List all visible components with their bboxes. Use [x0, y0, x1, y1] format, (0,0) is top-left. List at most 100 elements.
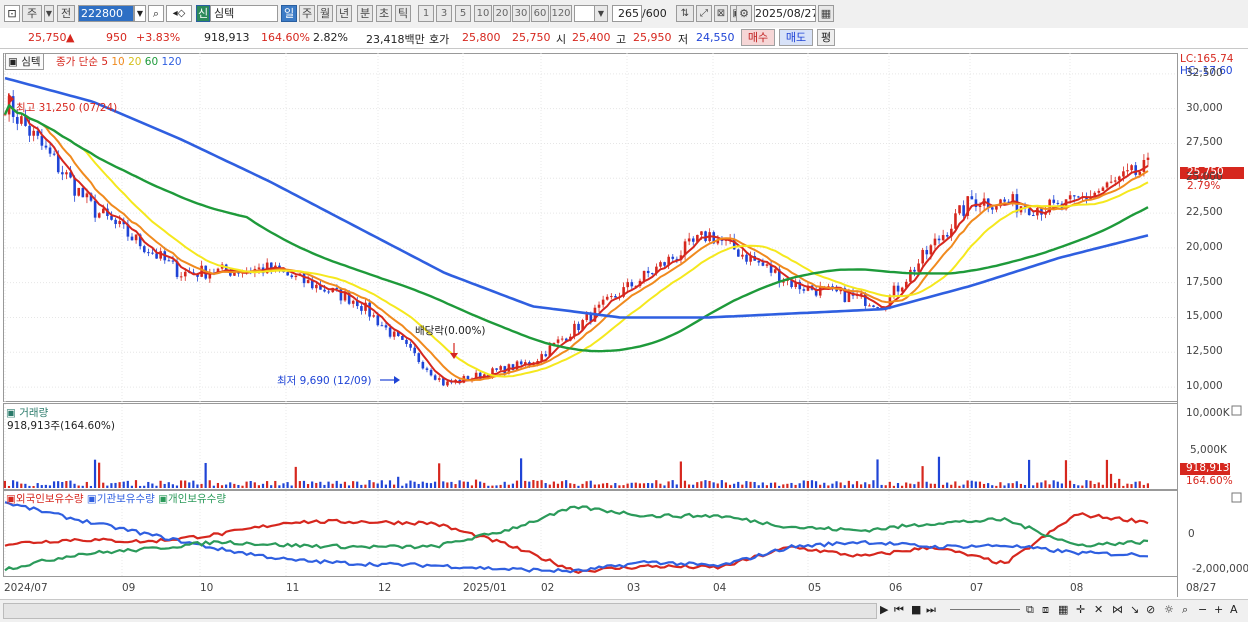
search-icon[interactable]: ⌕ [148, 5, 164, 22]
font-icon[interactable]: A [1230, 603, 1238, 616]
volume-bar [855, 481, 859, 488]
first-page-icon[interactable]: ⏮ [894, 603, 904, 617]
institution-holdings-line [4, 501, 1149, 574]
panel-icon[interactable]: ⧉ [1026, 603, 1034, 617]
speaker-icon[interactable]: ◂◇ [166, 5, 192, 22]
candle-body [429, 369, 433, 376]
code-dropdown-icon[interactable]: ▼ [134, 5, 146, 22]
minute-120[interactable]: 120 [550, 5, 572, 22]
volume-bar [941, 484, 945, 488]
volume-bar [65, 480, 68, 488]
volume-bar [987, 483, 990, 488]
foreign-label: 외국인보유수량 [15, 493, 84, 505]
period-day[interactable]: 일 [281, 5, 297, 22]
grid-icon[interactable]: ▦ [1058, 603, 1068, 616]
period-select[interactable]: 주 [22, 5, 42, 22]
chart-canvas[interactable] [0, 49, 1248, 598]
buy-button[interactable]: 매수 [741, 29, 775, 46]
ask1: 25,800 [462, 31, 501, 44]
last-page-icon[interactable]: ⏭ [926, 603, 936, 617]
minute-10[interactable]: 10 [474, 5, 492, 22]
volume-bar [319, 481, 322, 488]
holdings-legend[interactable]: ▣외국인보유수량 ▣기관보유수량 ▣개인보유수량 [6, 491, 226, 506]
calendar-icon[interactable]: ▦ [818, 5, 834, 22]
tool-icon[interactable]: ⊠ [714, 5, 728, 22]
volume-bar [110, 483, 113, 488]
zoom-in-icon[interactable]: ⌕ [1182, 603, 1188, 617]
volume-bar [1003, 485, 1006, 488]
trend-icon[interactable]: ✕ [1094, 603, 1103, 616]
layout-icon[interactable]: ⊡ [4, 5, 20, 22]
plus-icon[interactable]: + [1214, 603, 1223, 616]
minute-30[interactable]: 30 [512, 5, 530, 22]
period-month[interactable]: 월 [317, 5, 333, 22]
prev-button[interactable]: 전 [57, 5, 75, 22]
volume-bar [1130, 484, 1133, 488]
volume-bar [790, 482, 793, 488]
date-input[interactable]: 2025/08/27 [754, 5, 816, 22]
volume-bar [806, 480, 809, 488]
minute-3[interactable]: 3 [436, 5, 452, 22]
period-second[interactable]: 초 [376, 5, 392, 22]
candle-body [945, 235, 949, 237]
volume-bar [216, 482, 220, 488]
candle-body [1077, 196, 1080, 198]
stock-code-input[interactable]: 222800 [78, 5, 134, 22]
custom-minute-dropdown-icon[interactable]: ▼ [594, 5, 608, 22]
period-tick[interactable]: 틱 [395, 5, 411, 22]
volume-bar [134, 480, 138, 488]
gear-icon[interactable]: ⚙ [736, 5, 752, 22]
candle-body [610, 296, 613, 298]
ma-legend[interactable]: 종가 단순 5 10 20 60 120 [56, 54, 182, 69]
volume-bar [978, 481, 982, 488]
candle-body [1101, 187, 1105, 191]
draw-icon[interactable]: ⤢ [696, 5, 712, 22]
scroll-right-icon[interactable]: ▶ [880, 603, 888, 616]
candle-body [183, 271, 187, 277]
volume-bar [294, 466, 297, 488]
volume-bar [831, 483, 834, 488]
erase-icon[interactable]: ⊘ [1146, 603, 1155, 616]
minute-5[interactable]: 5 [455, 5, 471, 22]
open-label: 시 [556, 33, 567, 46]
avg-button[interactable]: 평 [817, 29, 835, 46]
period-week[interactable]: 주 [299, 5, 315, 22]
volume-bar [814, 481, 818, 488]
settings-icon[interactable]: ☼ [1164, 603, 1174, 616]
zoom-slider[interactable] [950, 609, 1020, 610]
period-year[interactable]: 년 [336, 5, 352, 22]
volume-bar [61, 481, 64, 488]
volume-bar [499, 484, 502, 488]
scroll-track[interactable] [3, 603, 877, 619]
arrow-tool-icon[interactable]: ↘ [1130, 603, 1139, 616]
volume-bar [159, 480, 162, 488]
volume-bar [249, 480, 252, 488]
fib-icon[interactable]: ⋈ [1112, 603, 1123, 616]
volume-bar [208, 480, 211, 488]
volume-bar [102, 482, 105, 488]
sell-button[interactable]: 매도 [779, 29, 813, 46]
minute-1[interactable]: 1 [418, 5, 434, 22]
count-input[interactable]: 265 [612, 5, 642, 22]
period-minute[interactable]: 분 [357, 5, 373, 22]
price-panel-title[interactable]: ▣ 심텍 [5, 53, 44, 70]
stop-icon[interactable]: ■ [911, 603, 921, 616]
minute-60[interactable]: 60 [531, 5, 549, 22]
lc-label: LC:165.74 [1180, 53, 1234, 65]
volume-bar [896, 483, 900, 488]
compare-icon[interactable]: ⇅ [676, 5, 694, 22]
crosshair-icon[interactable]: ✛ [1076, 603, 1085, 616]
zoom-out-icon[interactable]: − [1198, 603, 1207, 616]
chevron-down-icon[interactable]: ▼ [44, 5, 54, 22]
minute-20[interactable]: 20 [493, 5, 511, 22]
volume-bar [261, 483, 265, 488]
stock-name-field[interactable]: 심텍 [210, 5, 278, 22]
copy-icon[interactable]: ⧈ [1042, 603, 1049, 617]
volume-bar [581, 483, 584, 488]
volume-bar [392, 484, 396, 488]
volume-bar [593, 484, 596, 488]
volume-bar [585, 481, 588, 488]
candle-body [388, 327, 392, 337]
price-tick-label: 15,000 [1186, 310, 1223, 323]
individual-label: 개인보유수량 [168, 493, 227, 505]
